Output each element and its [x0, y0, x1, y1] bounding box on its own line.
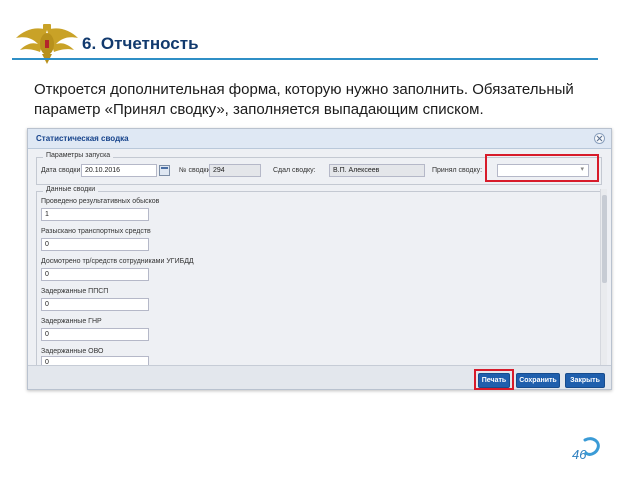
- date-label: Дата сводки:: [41, 167, 83, 174]
- dialog-header: Статистическая сводка: [28, 129, 611, 149]
- field-input[interactable]: 0: [41, 238, 149, 251]
- field-label: Задержанные ППСП: [41, 288, 109, 295]
- data-fieldset: Данные сводки Проведено результативных о…: [36, 186, 602, 369]
- scroll-thumb[interactable]: [602, 195, 607, 283]
- required-field-highlight: [485, 154, 599, 182]
- dialog-footer: Печать Сохранить Закрыть: [28, 365, 611, 390]
- calendar-icon[interactable]: [159, 165, 170, 176]
- dialog-title: Статистическая сводка: [36, 134, 129, 143]
- field-label: Разыскано транспортных средств: [41, 228, 151, 235]
- slide-title: 6. Отчетность: [82, 34, 199, 53]
- date-field[interactable]: 20.10.2016: [81, 164, 157, 177]
- print-button[interactable]: Печать: [478, 373, 510, 388]
- intro-text: Откроется дополнительная форма, которую …: [34, 81, 574, 118]
- params-legend: Параметры запуска: [43, 152, 114, 159]
- field-input[interactable]: 1: [41, 208, 149, 221]
- save-button[interactable]: Сохранить: [516, 373, 560, 388]
- number-label: № сводки:: [179, 167, 213, 174]
- field-input[interactable]: 0: [41, 268, 149, 281]
- handed-field: В.П. Алексеев: [329, 164, 425, 177]
- page-swirl-icon: [583, 437, 600, 456]
- title-divider: [12, 58, 598, 60]
- field-input[interactable]: 0: [41, 328, 149, 341]
- close-icon[interactable]: [594, 133, 605, 144]
- field-label: Задержанные ГНР: [41, 318, 102, 325]
- statistical-summary-dialog: Статистическая сводка Параметры запуска …: [27, 128, 612, 390]
- field-label: Досмотрено тр/средств сотрудниками УГИБД…: [41, 258, 194, 265]
- accepted-label: Принял сводку:: [432, 167, 483, 174]
- field-label: Проведено результативных обысков: [41, 198, 160, 205]
- params-fieldset: Параметры запуска Дата сводки: 20.10.201…: [36, 152, 602, 185]
- field-label: Задержанные ОВО: [41, 348, 104, 355]
- vertical-scrollbar[interactable]: [600, 189, 607, 367]
- number-field: 294: [209, 164, 261, 177]
- field-input[interactable]: 0: [41, 298, 149, 311]
- data-legend: Данные сводки: [43, 186, 99, 193]
- handed-label: Сдал сводку:: [273, 167, 316, 174]
- close-button[interactable]: Закрыть: [565, 373, 605, 388]
